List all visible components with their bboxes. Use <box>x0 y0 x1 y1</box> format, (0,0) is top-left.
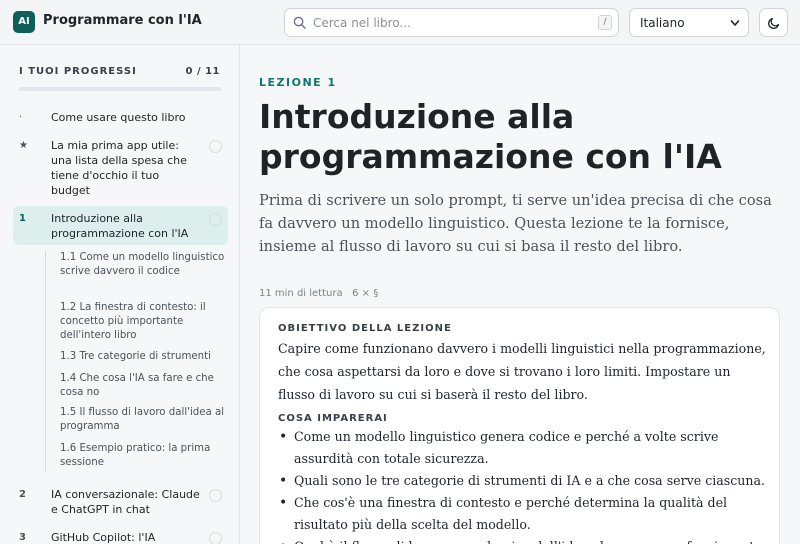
subsection-link-1-6[interactable]: 1.6 Esempio pratico: la prima sessione <box>60 442 225 470</box>
list-item: Come un modello linguistico genera codic… <box>278 426 768 470</box>
list-item: Qual è il flusso di lavoro complessivo d… <box>278 536 768 544</box>
language-select[interactable]: Italiano <box>629 8 749 37</box>
star-icon: ★ <box>19 140 28 151</box>
sidebar-item-marker: · <box>19 112 23 123</box>
reading-meta: 11 min di lettura 6 × § <box>259 288 379 299</box>
list-item: Che cos'è una finestra di contesto e per… <box>278 492 768 536</box>
sidebar-item-label: IA conversazionale: Claude e ChatGPT in … <box>51 488 200 516</box>
lesson-title: Introduzione alla programmazione con l'I… <box>259 97 722 176</box>
search-shortcut-key: / <box>598 15 612 30</box>
subsection-link-1-1[interactable]: 1.1 Come un modello linguistico scrive d… <box>60 251 225 279</box>
sidebar-item-number: 2 <box>19 489 26 500</box>
completion-circle-icon[interactable] <box>209 213 222 226</box>
sidebar-item-number: 3 <box>19 532 26 543</box>
lesson-intro: Prima di scrivere un solo prompt, ti ser… <box>259 192 772 255</box>
progress-title: I TUOI PROGRESSI <box>19 66 137 77</box>
top-bar: AI Programmare con l'IA / Italiano <box>0 0 800 45</box>
sidebar-item-lesson-3[interactable]: 3 GitHub Copilot: l'IA <box>13 530 228 544</box>
sidebar-item-first-app[interactable]: ★ La mia prima app utile: una lista dell… <box>13 138 228 198</box>
subsection-link-1-4[interactable]: 1.4 Che cosa l'IA sa fare e che cosa no <box>60 372 225 400</box>
learn-heading: COSA IMPARERAI <box>278 413 388 424</box>
lesson-eyebrow: LEZIONE 1 <box>259 76 337 89</box>
sidebar-item-label: Come usare questo libro <box>51 111 186 124</box>
subsection-link-1-5[interactable]: 1.5 Il flusso di lavoro dall'idea al pro… <box>60 406 225 434</box>
sidebar-item-lesson-1[interactable]: 1 Introduzione alla programmazione con l… <box>13 206 228 245</box>
search-icon <box>293 16 306 29</box>
chevron-down-icon <box>730 20 740 26</box>
book-title[interactable]: Programmare con l'IA <box>43 13 202 28</box>
completion-circle-icon[interactable] <box>209 489 222 502</box>
progress-count: 0 / 11 <box>185 66 220 77</box>
learn-list: Come un modello linguistico genera codic… <box>278 426 768 544</box>
language-value: Italiano <box>640 16 685 30</box>
subsection-guide-line <box>45 251 46 473</box>
completion-circle-icon[interactable] <box>209 532 222 544</box>
progress-bar <box>19 87 221 91</box>
search-box[interactable]: / <box>284 8 619 37</box>
completion-circle-icon[interactable] <box>209 140 222 153</box>
sidebar-item-number: 1 <box>19 213 26 224</box>
lesson-content: LEZIONE 1 Introduzione alla programmazio… <box>241 45 800 544</box>
sidebar-item-lesson-2[interactable]: 2 IA conversazionale: Claude e ChatGPT i… <box>13 487 228 517</box>
sidebar-item-label: GitHub Copilot: l'IA <box>51 531 156 544</box>
sidebar-item-label: Introduzione alla programmazione con l'I… <box>51 212 189 240</box>
subsection-link-1-2[interactable]: 1.2 La finestra di contesto: il concetto… <box>60 301 225 343</box>
theme-toggle-button[interactable] <box>759 8 788 37</box>
objective-text: Capire come funzionano davvero i modelli… <box>278 341 766 402</box>
subsection-link-1-3[interactable]: 1.3 Tre categorie di strumenti <box>60 350 225 364</box>
sidebar-item-how-to-use[interactable]: · Come usare questo libro <box>13 110 228 125</box>
sidebar-item-label: La mia prima app utile: una lista della … <box>51 139 187 197</box>
list-item: Quali sono le tre categorie di strumenti… <box>278 470 768 492</box>
lesson-overview-card: OBIETTIVO DELLA LEZIONE Capire come funz… <box>259 307 780 544</box>
moon-icon <box>768 17 780 29</box>
search-input[interactable] <box>313 13 573 33</box>
app-logo[interactable]: AI <box>13 11 35 33</box>
objective-heading: OBIETTIVO DELLA LEZIONE <box>278 323 452 334</box>
